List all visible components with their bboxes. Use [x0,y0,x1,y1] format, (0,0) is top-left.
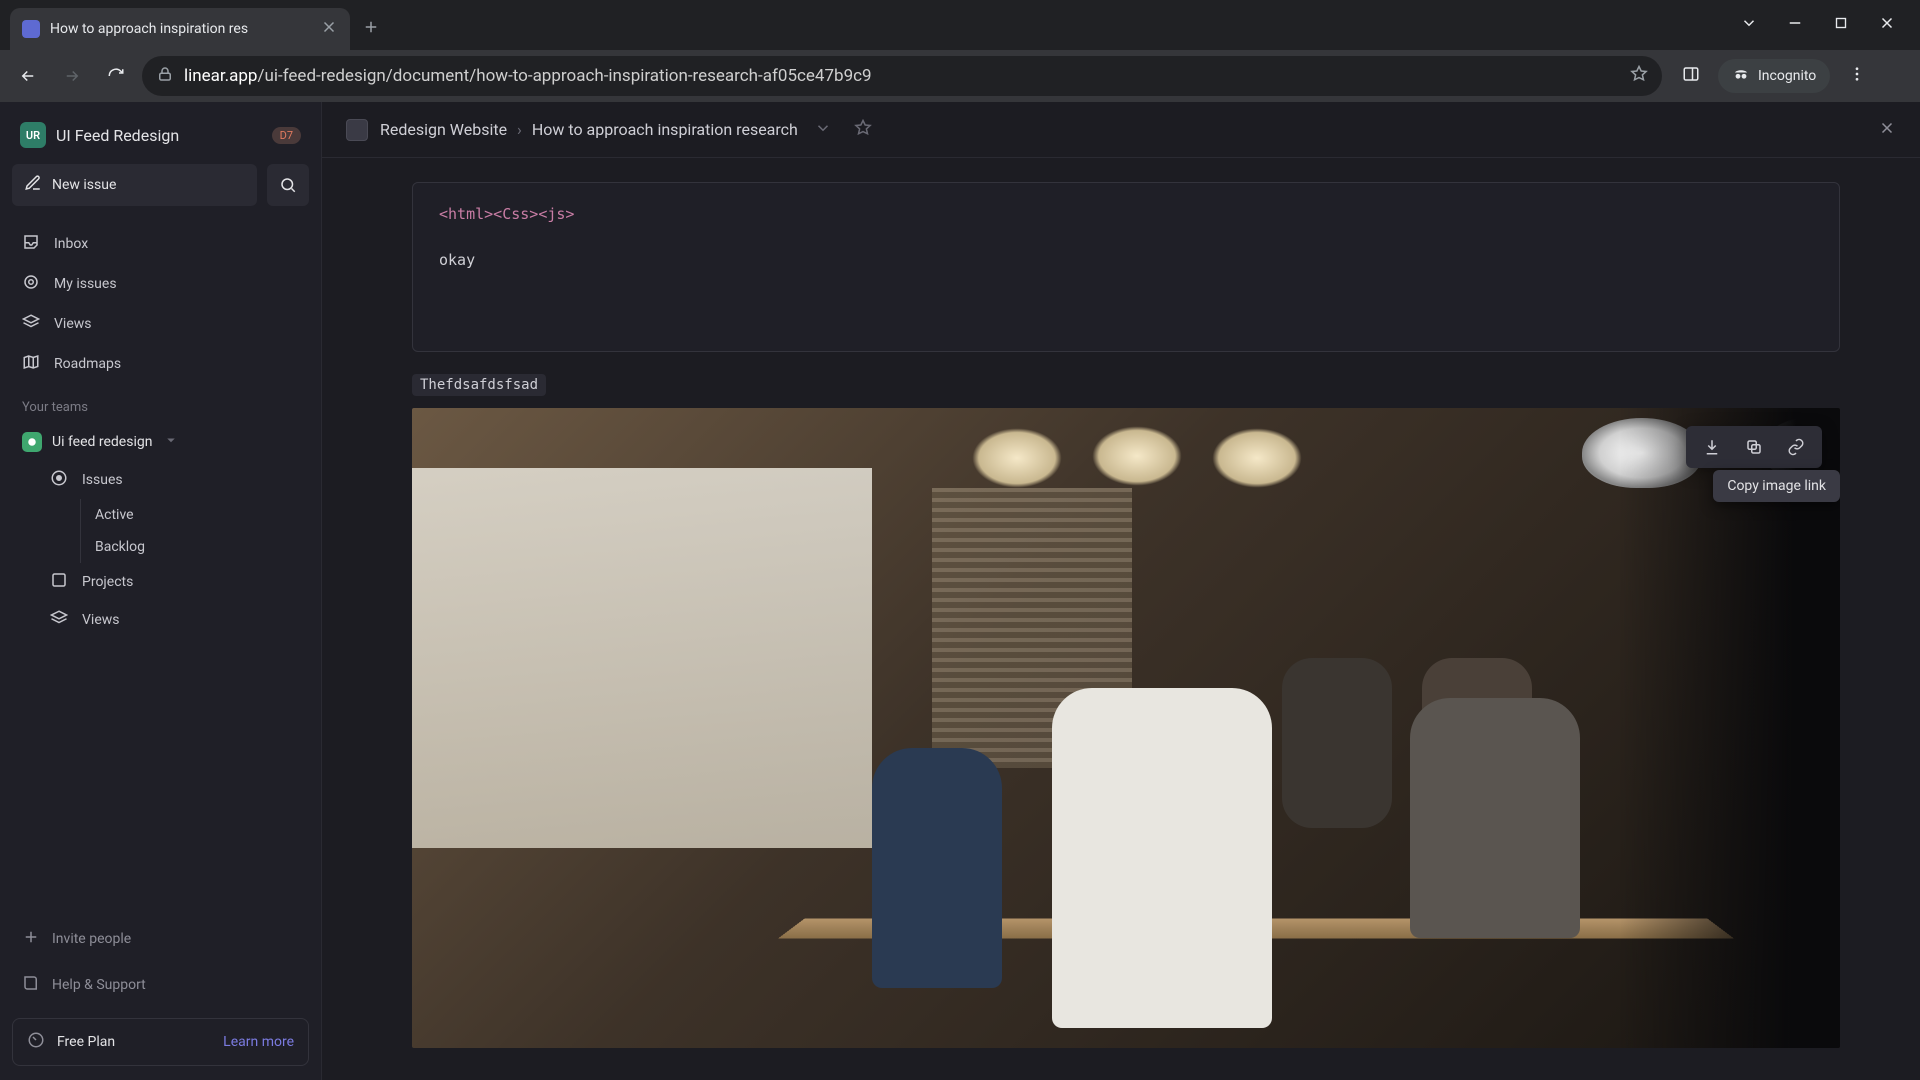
roadmaps-label: Roadmaps [54,356,121,372]
incognito-badge[interactable]: Incognito [1718,59,1830,93]
document-body[interactable]: <html><Css><js> okay Thefdsafdsfsad [322,158,1920,1080]
target-icon [22,273,40,295]
team-issues-active[interactable]: Active [81,499,309,531]
toolbar-right: Incognito [1682,59,1866,93]
minimize-icon[interactable] [1786,14,1804,36]
layers-icon [22,313,40,335]
sidebar: UR UI Feed Redesign D7 New issue Inbox M… [0,102,322,1080]
sidebar-item-inbox[interactable]: Inbox [12,224,309,264]
close-window-icon[interactable] [1878,14,1896,36]
breadcrumb-project: Redesign Website [380,120,507,139]
backlog-label: Backlog [95,539,145,555]
project-icon[interactable] [346,119,368,141]
browser-menu-icon[interactable] [1848,65,1866,87]
browser-toolbar: linear.app/ui-feed-redesign/document/how… [0,50,1920,102]
document-image[interactable]: Copy image link [412,408,1840,1048]
teams-section-header: Your teams [12,384,309,423]
copy-image-link-button[interactable] [1776,432,1816,462]
new-issue-label: New issue [52,177,116,193]
plan-label: Free Plan [57,1034,115,1050]
team-item[interactable]: Ui feed redesign [12,423,309,461]
workspace-name: UI Feed Redesign [56,126,262,145]
image-toolbar [1686,426,1822,468]
active-label: Active [95,507,134,523]
tab-search-icon[interactable] [1740,14,1758,36]
forward-button[interactable] [54,58,90,94]
workspace-badge: D7 [272,127,301,144]
inline-code[interactable]: Thefdsafdsfsad [412,374,546,396]
search-button[interactable] [267,164,309,206]
app-root: UR UI Feed Redesign D7 New issue Inbox M… [0,102,1920,1080]
code-block[interactable]: <html><Css><js> okay [412,182,1840,352]
team-views-label: Views [82,612,120,628]
team-views[interactable]: Views [40,601,309,639]
gauge-icon [27,1031,45,1053]
inbox-label: Inbox [54,236,88,252]
learn-more-link[interactable]: Learn more [223,1034,294,1050]
chevron-down-icon[interactable] [814,119,832,141]
breadcrumb[interactable]: Redesign Website › How to approach inspi… [380,120,798,139]
invite-label: Invite people [52,931,131,947]
code-line-1: <html><Css><js> [439,205,1813,223]
window-controls [1740,14,1920,36]
linear-favicon [22,20,40,38]
help-support[interactable]: Help & Support [12,964,309,1006]
team-name: Ui feed redesign [52,434,152,450]
workspace-avatar: UR [20,122,46,148]
maximize-icon[interactable] [1832,14,1850,36]
breadcrumb-title: How to approach inspiration research [532,120,798,139]
sidebar-item-views[interactable]: Views [12,304,309,344]
team-avatar [22,432,42,452]
chevron-down-icon [162,431,180,453]
lock-icon [156,65,174,87]
edit-icon [24,174,42,196]
incognito-label: Incognito [1758,68,1816,84]
help-label: Help & Support [52,977,146,993]
team-issues[interactable]: Issues [40,461,309,499]
workspace-switcher[interactable]: UR UI Feed Redesign D7 [12,116,309,154]
views-label: Views [54,316,92,332]
incognito-icon [1732,65,1750,87]
plus-icon [22,928,40,950]
close-tab-icon[interactable] [320,18,338,40]
team-issues-backlog[interactable]: Backlog [81,531,309,563]
address-bar[interactable]: linear.app/ui-feed-redesign/document/how… [142,56,1662,96]
my-issues-label: My issues [54,276,117,292]
breadcrumb-sep: › [517,120,522,139]
team-projects[interactable]: Projects [40,563,309,601]
image-content [412,408,1840,1048]
invite-people[interactable]: Invite people [12,918,309,960]
plan-box[interactable]: Free Plan Learn more [12,1018,309,1066]
layers-icon [50,609,68,631]
inbox-icon [22,233,40,255]
reload-button[interactable] [98,58,134,94]
close-panel-icon[interactable] [1878,119,1896,141]
sidebar-item-my-issues[interactable]: My issues [12,264,309,304]
new-tab-button[interactable] [362,17,380,41]
book-icon [22,974,40,996]
sidebar-item-roadmaps[interactable]: Roadmaps [12,344,309,384]
bookmark-icon[interactable] [1630,65,1648,87]
tooltip: Copy image link [1713,470,1840,502]
browser-tab[interactable]: How to approach inspiration res [10,8,350,50]
projects-label: Projects [82,574,133,590]
favorite-icon[interactable] [854,119,872,141]
url-text: linear.app/ui-feed-redesign/document/how… [184,66,872,86]
issues-label: Issues [82,472,123,488]
projects-icon [50,571,68,593]
code-line-2: okay [439,251,1813,269]
main-content: Redesign Website › How to approach inspi… [322,102,1920,1080]
download-image-button[interactable] [1692,432,1732,462]
window-titlebar: How to approach inspiration res [0,0,1920,50]
document-header: Redesign Website › How to approach inspi… [322,102,1920,158]
map-icon [22,353,40,375]
back-button[interactable] [10,58,46,94]
side-panel-icon[interactable] [1682,65,1700,87]
issues-icon [50,469,68,491]
tab-title: How to approach inspiration res [50,21,310,37]
new-issue-button[interactable]: New issue [12,164,257,206]
copy-image-button[interactable] [1734,432,1774,462]
